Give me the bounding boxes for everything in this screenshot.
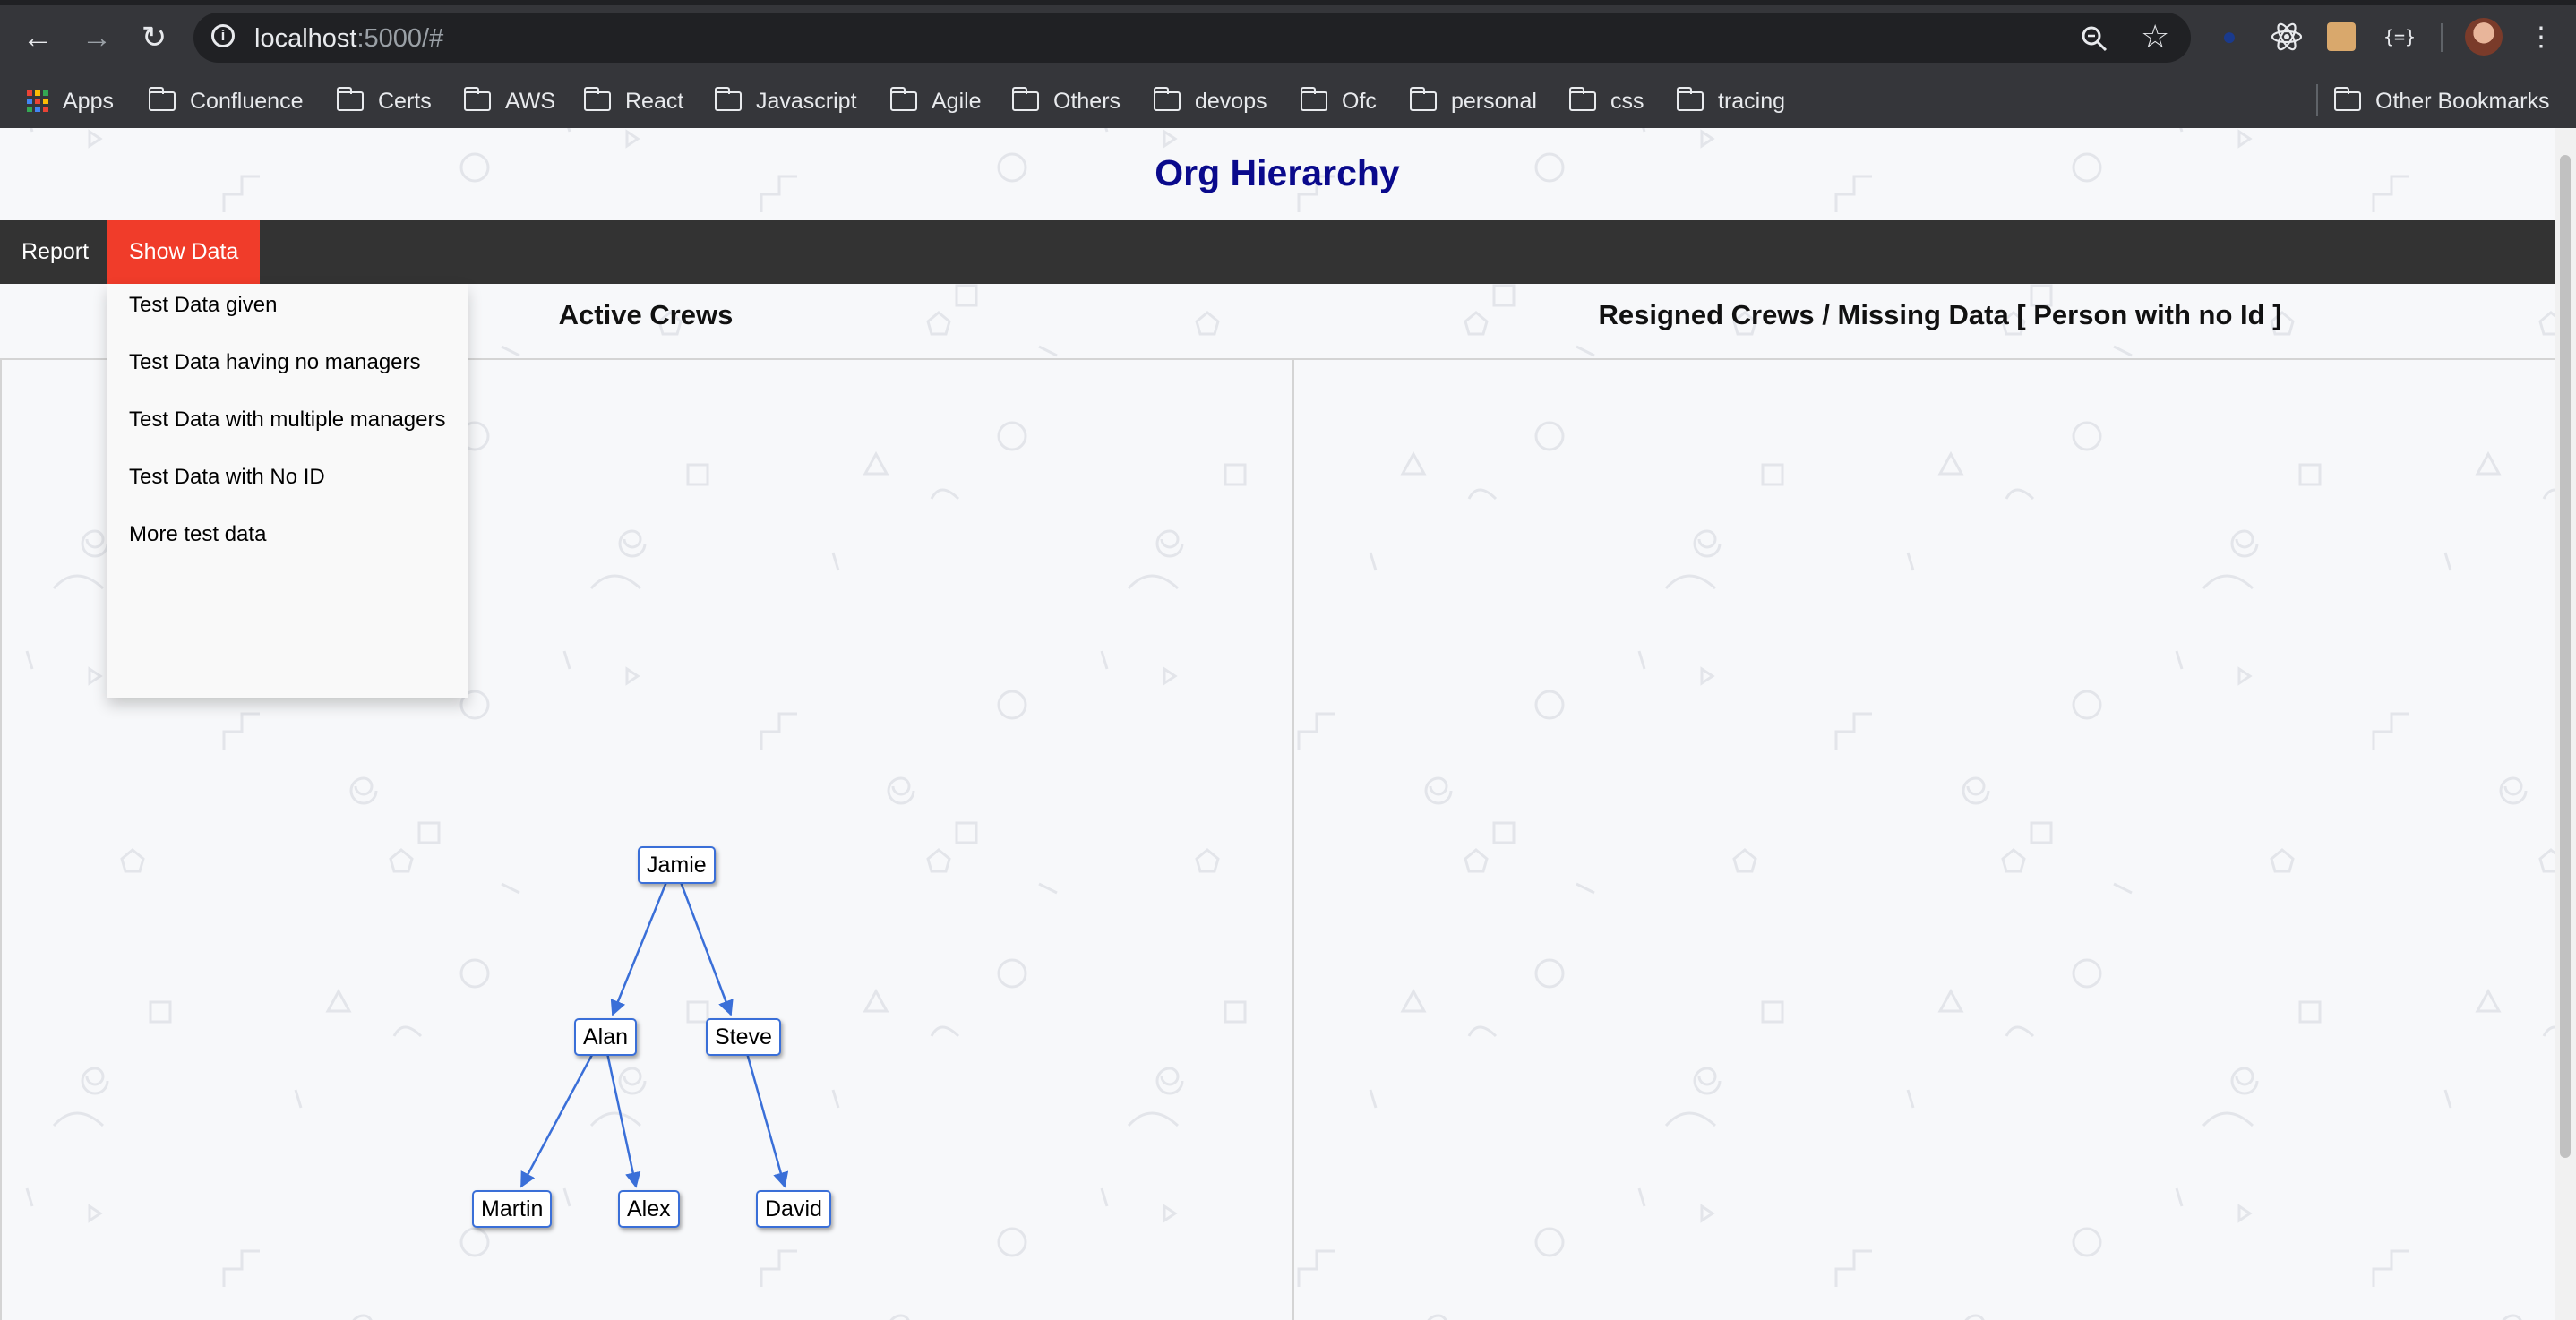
org-node[interactable]: Jamie (638, 846, 716, 884)
org-node[interactable]: David (756, 1190, 831, 1228)
edge-alan-martin (519, 1052, 595, 1188)
org-node[interactable]: Steve (706, 1018, 781, 1056)
edge-steve-david (745, 1052, 789, 1188)
dropdown-item-more-test-data[interactable]: More test data (129, 522, 266, 547)
dropdown-item-no-managers[interactable]: Test Data having no managers (129, 350, 421, 375)
edge-jamie-steve (679, 881, 734, 1016)
dropdown-item-test-data-given[interactable]: Test Data given (129, 293, 277, 318)
show-data-dropdown: Test Data given Test Data having no mana… (107, 284, 468, 698)
dropdown-item-no-id[interactable]: Test Data with No ID (129, 465, 325, 490)
org-node[interactable]: Alex (618, 1190, 680, 1228)
dropdown-item-multiple-managers[interactable]: Test Data with multiple managers (129, 407, 445, 433)
edge-alan-alex (605, 1052, 641, 1188)
org-node[interactable]: Martin (472, 1190, 553, 1228)
org-node[interactable]: Alan (574, 1018, 638, 1056)
edge-jamie-alan (610, 881, 668, 1016)
